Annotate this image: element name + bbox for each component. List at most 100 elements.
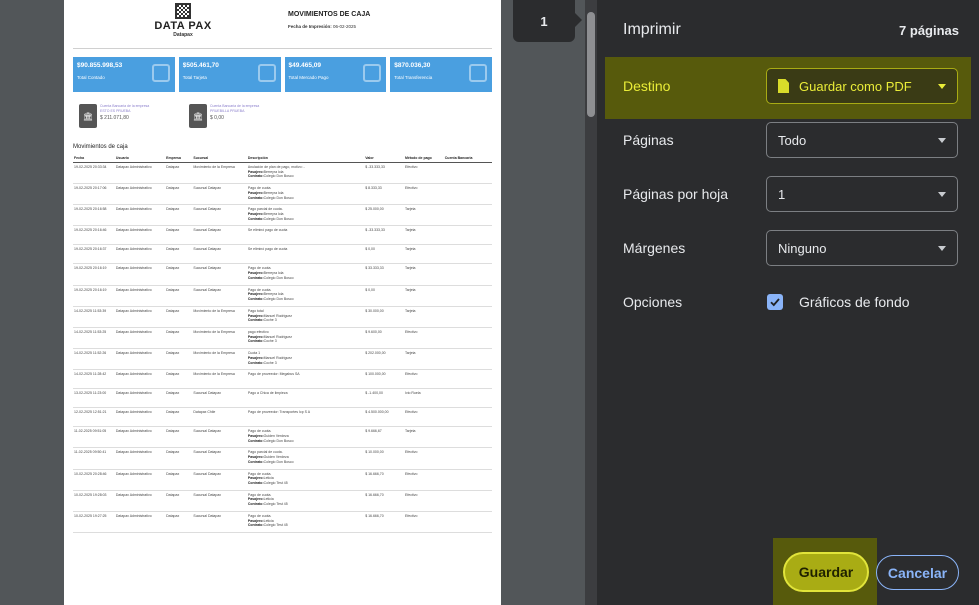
credit-card-icon [257, 64, 276, 82]
cell-value: $ 8.333,33 [364, 183, 404, 206]
table-row: 10-02-2025 19:27:25 Datapax Administrati… [73, 511, 492, 534]
print-dialog: DATA PAX Datapax MOVIMIENTOS DE CAJA Fec… [0, 0, 979, 605]
cell-date: 19-02-2025 20:16:19 [73, 285, 115, 307]
chevron-down-icon [938, 192, 946, 197]
cell-user: Datapax Administrativo [114, 407, 166, 428]
movements-table: Fecha Usuario Empresa Sucursal Descripción Va… [73, 155, 492, 534]
table-row: 12-02-2025 12:51:21 Datapax Administrati… [73, 407, 492, 428]
cell-date: 19-02-2025 20:16:46 [73, 225, 115, 246]
cell-date: 13-02-2025 11:23:00 [73, 388, 115, 409]
cell-description: Pago de cuota. Pasajero:Berreyra lola Cont… [246, 263, 365, 286]
cell-payment-method: Tarjeta [403, 285, 444, 307]
cell-value: $ 30.000,00 [364, 306, 404, 328]
chevron-down-icon [938, 138, 946, 143]
destination-label: Destino [623, 78, 671, 94]
contract-line: Contrato:Colegio Test 45 [247, 502, 288, 507]
cell-payment-method: Efectivo [403, 407, 444, 428]
cell-company: Datapax [165, 327, 193, 350]
background-graphics-checkbox[interactable] [767, 294, 783, 310]
margins-select[interactable]: Ninguno [766, 230, 958, 266]
description-text: Pago de proveedor: Transportes Icp S A [247, 410, 311, 415]
pages-label: Páginas [623, 132, 674, 148]
table-row: 14-02-2025 11:53:25 Datapax Administrati… [73, 327, 492, 350]
cell-date: 14-02-2025 11:52:26 [73, 348, 115, 371]
bank-accounts: 🏛 Cuenta Bancaria de la empresa ESTO ES … [73, 104, 492, 128]
cell-branch: Movimiento de la Empresa [192, 348, 247, 371]
bank-icon: 🏛 [189, 104, 207, 128]
cell-description: Se eliminó pago de cuota [246, 244, 365, 265]
cell-branch: Datapax Chile [192, 407, 247, 428]
logo-qr-icon [175, 3, 191, 19]
cell-branch: Sucursal Datapax [192, 225, 247, 246]
preview-page: DATA PAX Datapax MOVIMIENTOS DE CAJA Fec… [64, 0, 501, 605]
cell-payment-method: Efectivo [403, 162, 444, 185]
cell-company: Datapax [165, 306, 193, 328]
table-row: 19-02-2025 20:16:19 Datapax Administrati… [73, 285, 492, 307]
cell-company: Datapax [165, 225, 193, 246]
bank-amount: $ 211.071,80 [100, 114, 129, 121]
cell-bank-account [443, 447, 492, 470]
bank-account: 🏛 Cuenta Bancaria de la empresa PRUEBILL… [189, 104, 285, 128]
cell-description: Pago de cuota. Pasajero:Leticia Contrato:C… [246, 469, 365, 491]
table-row: 11-02-2025 09:50:41 Datapax Administrati… [73, 447, 492, 470]
cell-bank-account [443, 369, 492, 390]
table-body: 19-02-2025 20:33:34 Datapax Administrati… [73, 162, 492, 534]
cell-date: 19-02-2025 20:33:34 [73, 162, 115, 185]
cell-company: Datapax [165, 407, 193, 428]
cell-bank-account [443, 490, 492, 512]
cell-user: Datapax Administrativo [114, 369, 166, 390]
cell-description: Cuota 1 Pasajero:Manuel Rodriguez Contrato… [246, 348, 365, 371]
money-hand-icon [151, 64, 170, 82]
cell-payment-method: Efectivo [403, 511, 444, 534]
column-header: Fecha [73, 155, 115, 163]
cell-description: Pago de cuota. Pasajero:Leticia Contrato:C… [246, 511, 365, 534]
scrollbar-thumb[interactable] [587, 12, 595, 117]
cell-user: Datapax Administrativo [114, 263, 166, 286]
cell-value: $ 9.666,67 [364, 426, 404, 449]
cell-date: 19-02-2025 20:16:19 [73, 263, 115, 286]
cell-branch: Sucursal Datapax [192, 183, 247, 206]
table-row: 10-02-2025 20:28:46 Datapax Administrati… [73, 469, 492, 491]
pages-select[interactable]: Todo [766, 122, 958, 158]
checkmark-icon [770, 298, 780, 307]
cell-value: $ -1.400,00 [364, 388, 404, 409]
cell-company: Datapax [165, 263, 193, 286]
cell-value: $ -33.333,33 [364, 162, 404, 185]
column-header: Usuario [114, 155, 166, 163]
cell-payment-method: Efectivo [403, 469, 444, 491]
contract-line: Contrato:Coche 3 [247, 339, 277, 344]
bank-info: Cuenta Bancaria de la empresa PRUEBILLA … [210, 104, 259, 128]
cell-branch: Movimiento de la Empresa [192, 327, 247, 350]
cell-date: 12-02-2025 12:51:21 [73, 407, 115, 428]
table-row: 19-02-2025 20:16:19 Datapax Administrati… [73, 263, 492, 286]
cell-description: Pago parcial de cuota. Pasajero:Berreyra … [246, 204, 365, 227]
cell-bank-account [443, 388, 492, 409]
cell-payment-method: Efectivo [403, 183, 444, 206]
cell-branch: Sucursal Datapax [192, 388, 247, 409]
cell-company: Datapax [165, 469, 193, 491]
bank-icon: 🏛 [79, 104, 97, 128]
cell-value: $ 10.000,00 [364, 447, 404, 470]
cell-company: Datapax [165, 348, 193, 371]
cell-payment-method: Ivio Ruela [403, 388, 444, 409]
save-button[interactable]: Guardar [783, 552, 869, 592]
cell-company: Datapax [165, 447, 193, 470]
cell-branch: Movimiento de la Empresa [192, 162, 247, 185]
cell-description: Pago de cuota. Pasajero:Berreyra lola Cont… [246, 285, 365, 307]
cell-payment-method: Tarjeta [403, 306, 444, 328]
table-row: 19-02-2025 20:16:37 Datapax Administrati… [73, 244, 492, 265]
table-row: 14-02-2025 11:52:26 Datapax Administrati… [73, 348, 492, 371]
cancel-button[interactable]: Cancelar [876, 555, 959, 590]
logo-text: DATA PAX [154, 20, 212, 32]
cell-bank-account [443, 348, 492, 371]
cell-value: $ 0,00 [364, 285, 404, 307]
background-graphics-label[interactable]: Gráficos de fondo [799, 294, 910, 310]
pages-per-sheet-select[interactable]: 1 [766, 176, 958, 212]
cell-value: $ -33.333,33 [364, 225, 404, 246]
destination-select[interactable]: Guardar como PDF [766, 68, 958, 104]
cell-value: $ 100.000,00 [364, 369, 404, 390]
preview-scrollbar[interactable] [585, 0, 597, 605]
cell-payment-method: Efectivo [403, 327, 444, 350]
cell-bank-account [443, 407, 492, 428]
cell-date: 14-02-2025 11:28:42 [73, 369, 115, 390]
